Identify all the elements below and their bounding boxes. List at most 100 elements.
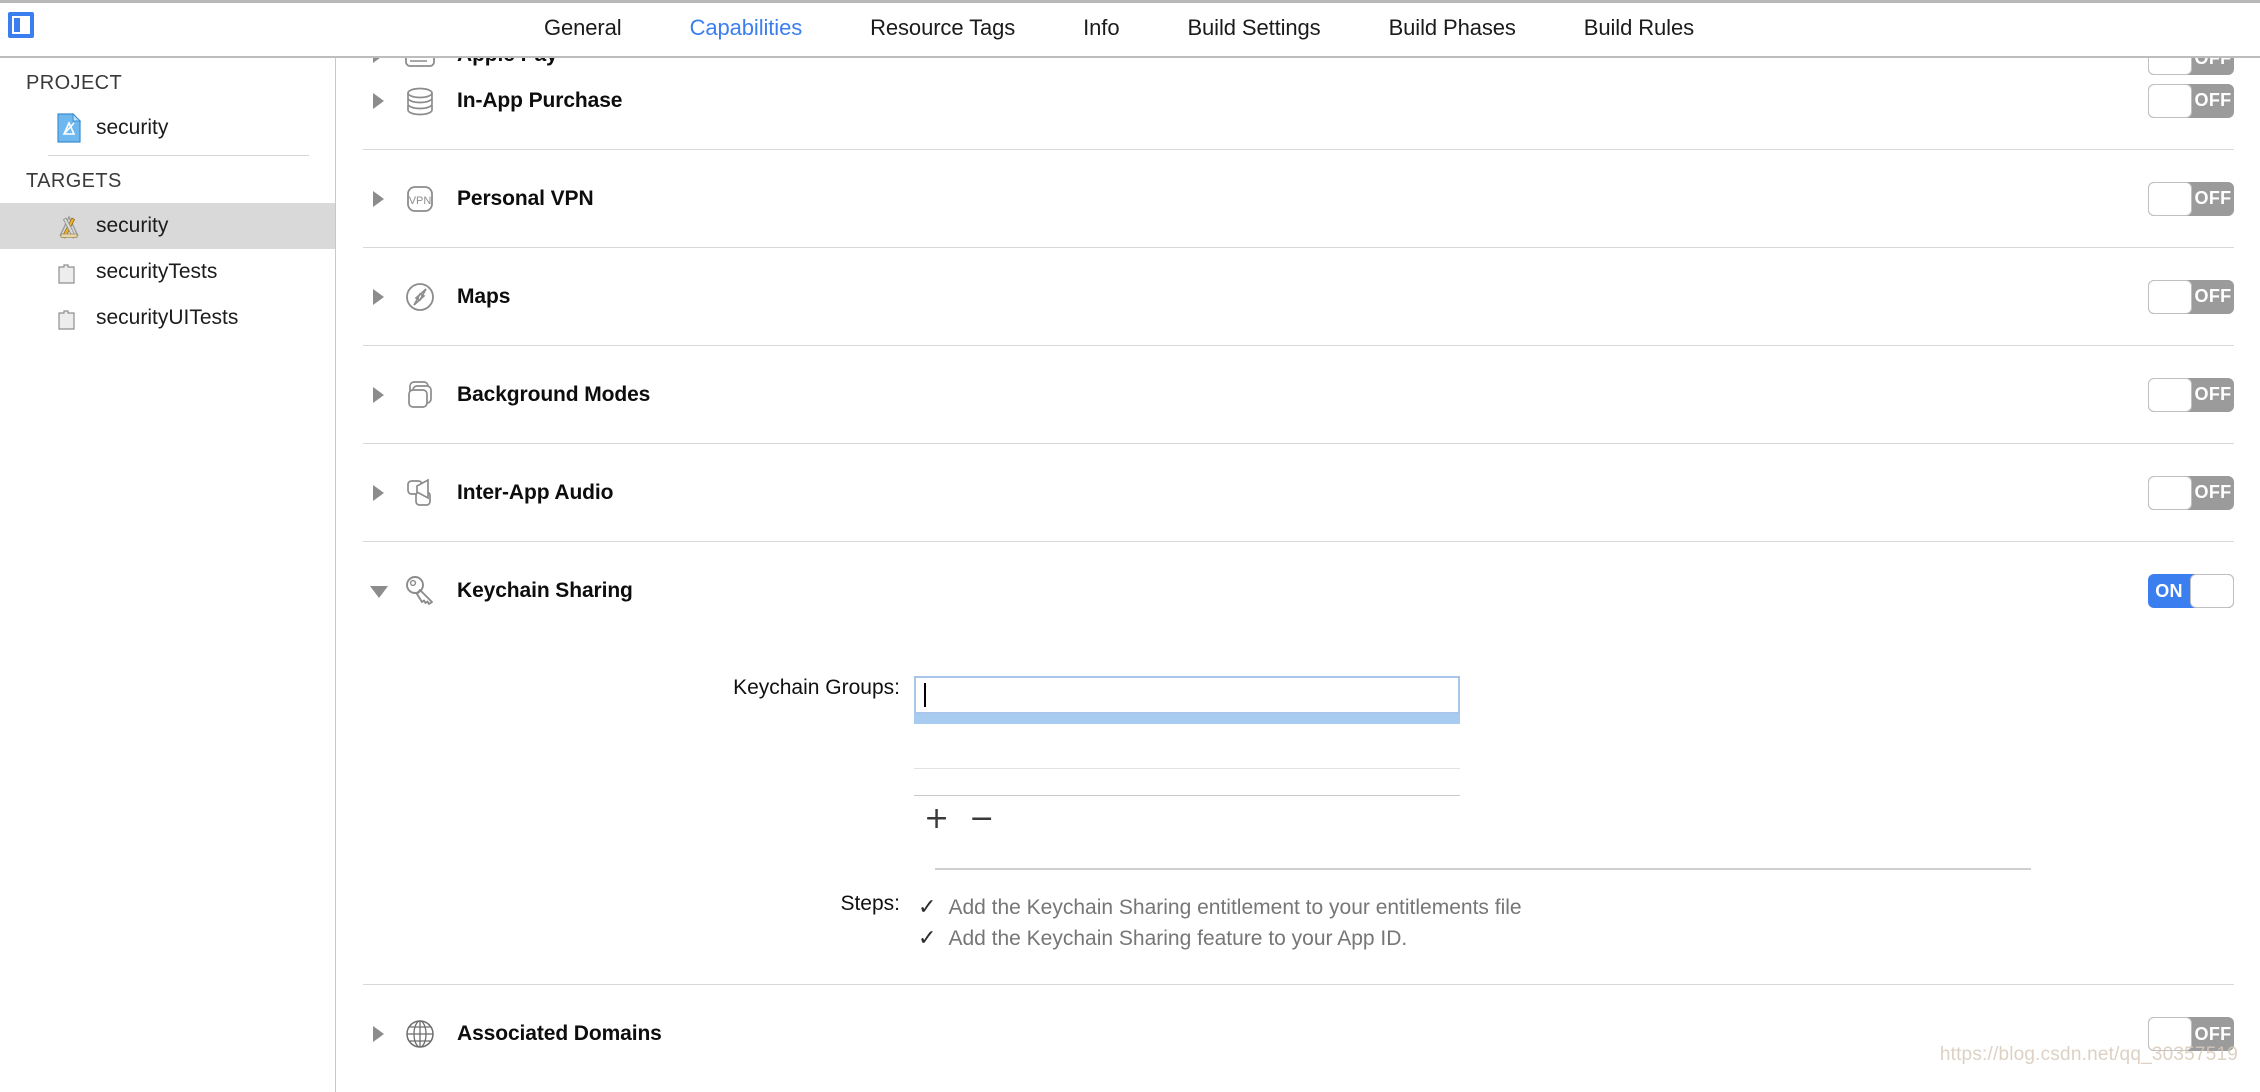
capability-row-background-modes[interactable]: Background Modes OFF — [363, 346, 2234, 444]
tab-general[interactable]: General — [510, 0, 656, 56]
capability-row-personal-vpn[interactable]: VPN Personal VPN OFF — [363, 150, 2234, 248]
tab-capabilities[interactable]: Capabilities — [656, 0, 837, 56]
sidebar-item-target-securityTests[interactable]: securityTests — [0, 249, 335, 295]
chevron-right-icon[interactable] — [367, 1021, 393, 1047]
step-text: Add the Keychain Sharing feature to your… — [948, 927, 1408, 950]
keychain-groups-field-row: Keychain Groups: + − — [363, 640, 2234, 834]
capability-row-in-app-purchase[interactable]: In-App Purchase OFF — [363, 58, 2234, 150]
xcode-window: General Capabilities Resource Tags Info … — [0, 0, 2260, 1092]
toggle-knob — [2148, 181, 2192, 216]
in-app-purchase-icon — [407, 87, 433, 116]
capability-header[interactable]: VPN Personal VPN — [363, 150, 594, 248]
sidebar-item-target-securityUITests[interactable]: securityUITests — [0, 295, 335, 341]
capability-toggle-inter-app-audio[interactable]: OFF — [2148, 475, 2234, 510]
navigator-panel-icon[interactable] — [8, 12, 34, 38]
keychain-groups-buttons: + − — [914, 796, 1460, 834]
toggle-knob — [2148, 279, 2192, 314]
sidebar-item-label: security — [96, 116, 169, 139]
capability-toggle-in-app-purchase[interactable]: OFF — [2148, 83, 2234, 118]
sidebar-item-label: securityTests — [96, 260, 218, 283]
top-bar: General Capabilities Resource Tags Info … — [0, 0, 2260, 58]
toggle-label: OFF — [2194, 1023, 2232, 1044]
keychain-sharing-body: Keychain Groups: + − Steps: ✓ Add the Ke… — [363, 640, 2234, 984]
keychain-groups-table[interactable]: + − — [914, 676, 1460, 834]
test-bundle-icon — [58, 310, 75, 330]
capability-row-associated-domains[interactable]: Associated Domains OFF — [363, 985, 2234, 1083]
capability-row-keychain-sharing[interactable]: Keychain Sharing ON Keychain Groups: + −… — [363, 542, 2234, 985]
capability-row-inter-app-audio[interactable]: Inter-App Audio OFF — [363, 444, 2234, 542]
capability-header[interactable]: Associated Domains — [363, 985, 662, 1083]
capability-toggle-maps[interactable]: OFF — [2148, 279, 2234, 314]
editor-tab-bar: General Capabilities Resource Tags Info … — [510, 0, 1728, 56]
toggle-knob — [2148, 1017, 2192, 1051]
capability-header[interactable]: Inter-App Audio — [363, 444, 613, 542]
capability-header[interactable]: Background Modes — [363, 346, 650, 444]
test-bundle-icon — [58, 264, 75, 284]
table-row-divider — [914, 768, 1460, 769]
tab-build-settings[interactable]: Build Settings — [1153, 0, 1354, 56]
capability-title: Associated Domains — [457, 1022, 662, 1045]
toggle-knob — [2190, 574, 2234, 608]
check-icon: ✓ — [918, 895, 937, 920]
vpn-icon: VPN — [407, 186, 433, 212]
toggle-label: OFF — [2194, 188, 2232, 208]
keychain-groups-input[interactable] — [914, 676, 1460, 714]
sidebar-section-targets: TARGETS — [26, 170, 122, 192]
sidebar-item-target-security[interactable]: security — [0, 203, 335, 249]
chevron-right-icon[interactable] — [367, 186, 393, 212]
capability-toggle-background-modes[interactable]: OFF — [2148, 377, 2234, 412]
chevron-right-icon[interactable] — [367, 88, 393, 114]
capabilities-editor[interactable]: Apple Pay OFF In-App Purchase — [337, 58, 2260, 1092]
key-icon — [406, 576, 433, 605]
toggle-label: OFF — [2194, 384, 2232, 404]
maps-compass-icon — [406, 283, 434, 311]
project-navigator-sidebar: PROJECT security TARGETS security securi… — [0, 58, 336, 1092]
app-target-icon — [59, 215, 79, 239]
add-group-button[interactable]: + — [924, 804, 949, 834]
steps-label: Steps: — [840, 892, 900, 915]
tab-info[interactable]: Info — [1049, 0, 1153, 56]
capability-header[interactable]: In-App Purchase — [363, 58, 622, 150]
steps-section: Steps: ✓ Add the Keychain Sharing entitl… — [363, 870, 2234, 954]
sidebar-item-label: securityUITests — [96, 306, 239, 329]
chevron-right-icon[interactable] — [367, 382, 393, 408]
tab-build-rules[interactable]: Build Rules — [1550, 0, 1728, 56]
steps-list: ✓ Add the Keychain Sharing entitlement t… — [914, 892, 1522, 954]
capability-header[interactable]: Keychain Sharing ON — [363, 542, 2234, 640]
check-icon: ✓ — [918, 926, 937, 951]
sidebar-section-project: PROJECT — [26, 72, 123, 94]
toggle-label: OFF — [2194, 482, 2232, 502]
capability-title: Personal VPN — [457, 187, 594, 210]
step-item: ✓ Add the Keychain Sharing feature to yo… — [918, 923, 1522, 954]
capability-toggle-personal-vpn[interactable]: OFF — [2148, 181, 2234, 216]
keychain-groups-label: Keychain Groups: — [733, 676, 900, 699]
inter-app-audio-icon — [407, 478, 431, 506]
step-text: Add the Keychain Sharing entitlement to … — [948, 896, 1522, 919]
sidebar-item-project-security[interactable]: security — [0, 105, 335, 151]
toggle-label: OFF — [2194, 90, 2232, 110]
tab-build-phases[interactable]: Build Phases — [1355, 0, 1550, 56]
toggle-label: OFF — [2194, 286, 2232, 306]
text-caret — [924, 683, 926, 707]
chevron-down-icon[interactable] — [367, 578, 393, 604]
capability-title: Inter-App Audio — [457, 481, 614, 504]
remove-group-button[interactable]: − — [969, 804, 994, 834]
capability-title: In-App Purchase — [457, 89, 623, 112]
capability-toggle-keychain-sharing[interactable]: ON — [2148, 574, 2234, 608]
step-item: ✓ Add the Keychain Sharing entitlement t… — [918, 892, 1522, 923]
capability-title: Maps — [457, 285, 511, 308]
row-selection-band — [914, 714, 1460, 724]
xcode-project-icon — [57, 113, 82, 143]
capability-title: Background Modes — [457, 383, 651, 406]
globe-icon — [406, 1020, 434, 1048]
tab-resource-tags[interactable]: Resource Tags — [836, 0, 1049, 56]
chevron-right-icon[interactable] — [367, 480, 393, 506]
capability-header[interactable]: Maps — [363, 248, 510, 346]
capability-title: Keychain Sharing — [457, 579, 633, 602]
capability-row-maps[interactable]: Maps OFF — [363, 248, 2234, 346]
chevron-right-icon[interactable] — [367, 284, 393, 310]
toggle-label: ON — [2155, 580, 2183, 601]
background-modes-icon — [408, 381, 432, 408]
capability-toggle-associated-domains[interactable]: OFF — [2148, 1017, 2234, 1051]
svg-text:VPN: VPN — [409, 195, 432, 207]
